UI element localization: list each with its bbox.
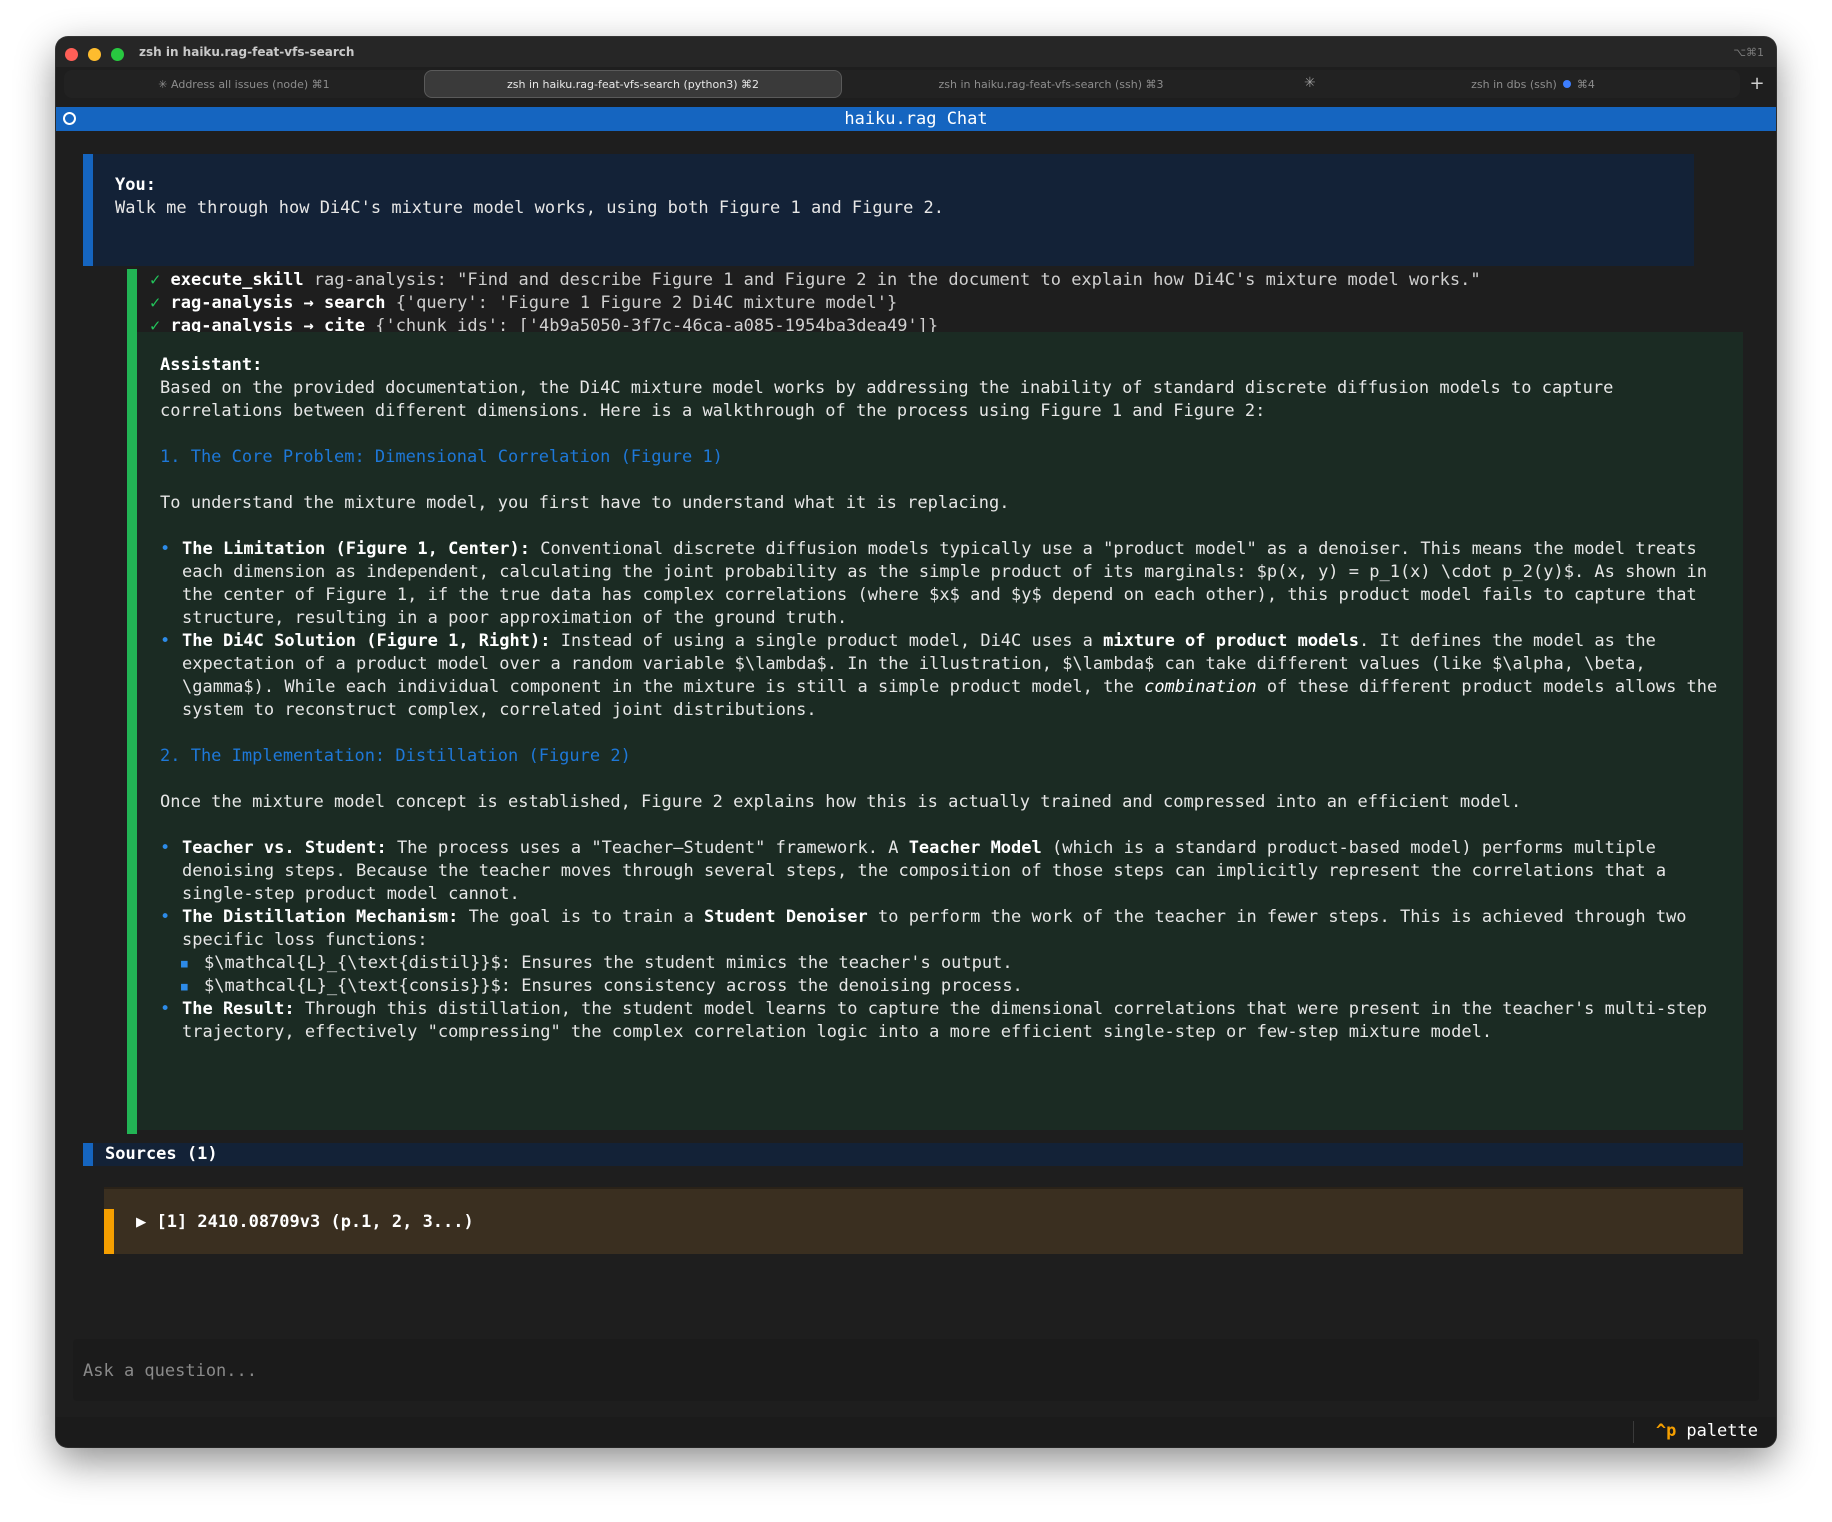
check-icon: ✓ [150, 270, 161, 290]
list-item-title: The Di4C Solution (Figure 1, Right): [182, 631, 551, 651]
list-item-text: The process uses a "Teacher–Student" fra… [386, 838, 909, 858]
app-title: haiku.rag Chat [844, 109, 988, 129]
question-input[interactable] [81, 1356, 1685, 1386]
section-heading: 2. The Implementation: Distillation (Fig… [160, 746, 631, 766]
list-item-text: Instead of using a single product model,… [550, 631, 1104, 651]
tab-3[interactable]: zsh in haiku.rag-feat-vfs-search (ssh) ⌘… [842, 70, 1260, 98]
app-header: haiku.rag Chat [56, 107, 1776, 131]
tool-call-args: {'query': 'Figure 1 Figure 2 Di4C mixtur… [395, 293, 898, 313]
window-shortcut-hint: ⌥⌘1 [1733, 46, 1764, 59]
list-item: The Limitation (Figure 1, Center): Conve… [160, 538, 1723, 630]
list-item: The Di4C Solution (Figure 1, Right): Ins… [160, 630, 1723, 722]
palette-key: ^p [1655, 1421, 1677, 1441]
maximize-window-button[interactable] [111, 48, 124, 61]
list-item-title: Teacher vs. Student: [182, 838, 387, 858]
list-item: The Distillation Mechanism: The goal is … [160, 906, 1723, 952]
tool-call-row: ✓ execute_skill rag-analysis: "Find and … [150, 269, 1743, 292]
assistant-message: Assistant: Based on the provided documen… [137, 332, 1743, 1130]
user-message-text: Walk me through how Di4C's mixture model… [115, 198, 945, 218]
user-label: You: [115, 175, 156, 195]
footer-divider [1633, 1421, 1634, 1443]
list-item: The Result: Through this distillation, t… [160, 998, 1723, 1044]
palette-label: palette [1686, 1421, 1758, 1441]
sub-list-item: $\mathcal{L}_{\text{distil}}$: Ensures t… [160, 952, 1723, 975]
emphasis-text: Student Denoiser [703, 907, 868, 927]
unread-dot-icon [1562, 80, 1571, 88]
source-item[interactable]: ▶ [1] 2410.08709v3 (p.1, 2, 3...) [104, 1187, 1743, 1254]
tab-2[interactable]: zsh in haiku.rag-feat-vfs-search (python… [424, 70, 842, 98]
section-lead: To understand the mixture model, you fir… [160, 493, 1010, 513]
tab-4-label: zsh in dbs (ssh) [1471, 77, 1557, 91]
tool-calls: ✓ execute_skill rag-analysis: "Find and … [137, 269, 1743, 338]
close-window-button[interactable] [65, 48, 78, 61]
list-item-title: The Limitation (Figure 1, Center): [182, 539, 530, 559]
italic-text: combination [1144, 677, 1257, 697]
source-item-label[interactable]: ▶ [1] 2410.08709v3 (p.1, 2, 3...) [136, 1211, 474, 1234]
terminal-window: zsh in haiku.rag-feat-vfs-search ⌥⌘1 ✳ A… [56, 37, 1776, 1447]
tab-4-shortcut: ⌘4 [1576, 77, 1595, 91]
check-icon: ✓ [150, 293, 161, 313]
title-bar: zsh in haiku.rag-feat-vfs-search ⌥⌘1 [56, 37, 1776, 67]
window-title: zsh in haiku.rag-feat-vfs-search [139, 45, 355, 59]
emphasis-text: Teacher Model [908, 838, 1042, 858]
palette-shortcut[interactable]: ^p palette [1656, 1420, 1758, 1443]
assistant-response: ✓ execute_skill rag-analysis: "Find and … [127, 269, 1743, 1134]
sub-list-item: $\mathcal{L}_{\text{consis}}$: Ensures c… [160, 975, 1723, 998]
list-item-text: Through this distillation, the student m… [182, 999, 1708, 1042]
tool-call-args: rag-analysis: "Find and describe Figure … [313, 270, 1481, 290]
tab-4[interactable]: zsh in dbs (ssh) ⌘4 [1326, 70, 1740, 98]
sources-header: Sources (1) [83, 1143, 1743, 1166]
emphasis-text: mixture of product models [1103, 631, 1360, 651]
user-message: You: Walk me through how Di4C's mixture … [83, 154, 1694, 266]
section-heading: 1. The Core Problem: Dimensional Correla… [160, 447, 723, 467]
list-item: Teacher vs. Student: The process uses a … [160, 837, 1723, 906]
section-lead: Once the mixture model concept is establ… [160, 792, 1522, 812]
question-input-area [73, 1339, 1759, 1401]
tool-call-name: rag-analysis → search [170, 293, 386, 313]
tab-bar: ✳ Address all issues (node) ⌘1 zsh in ha… [64, 70, 1740, 98]
tab-1[interactable]: ✳ Address all issues (node) ⌘1 [64, 70, 424, 98]
list-item-title: The Distillation Mechanism: [182, 907, 459, 927]
list-item-text: The goal is to train a [458, 907, 704, 927]
footer-bar: ^p palette [56, 1417, 1776, 1447]
activity-spinner-icon: ✳ [1304, 75, 1316, 91]
tool-call-name: execute_skill [170, 270, 304, 290]
sources-title: Sources (1) [105, 1144, 218, 1164]
source-accent-bar [104, 1209, 114, 1254]
assistant-intro: Based on the provided documentation, the… [160, 378, 1614, 421]
new-tab-button[interactable]: + [1746, 73, 1768, 95]
assistant-label: Assistant: [160, 355, 263, 375]
minimize-window-button[interactable] [88, 48, 101, 61]
tool-call-row: ✓ rag-analysis → search {'query': 'Figur… [150, 292, 1743, 315]
list-item-title: The Result: [182, 999, 295, 1019]
